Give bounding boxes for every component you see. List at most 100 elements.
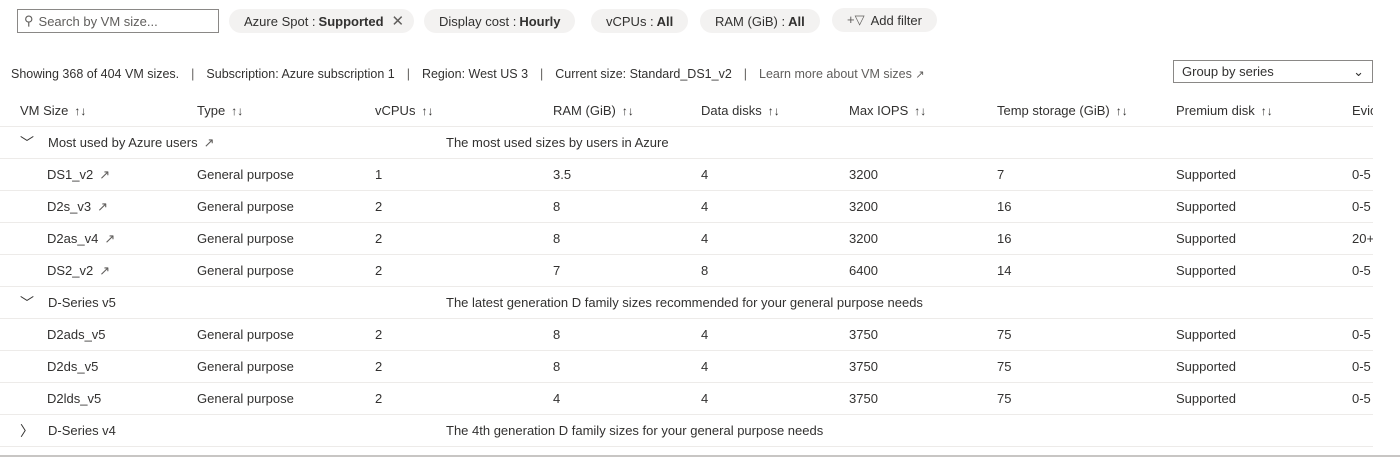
- cell-value: 0-5: [1352, 199, 1371, 214]
- cell-2: 2: [375, 351, 382, 383]
- cell-2: 2: [375, 191, 382, 223]
- table-row[interactable]: D2s_v3 ↗ General purpose 2 8 4 3200 16 Supported…: [0, 191, 1373, 223]
- sort-icon[interactable]: ↑↓: [1116, 104, 1128, 118]
- group-by-value: Group by series: [1182, 64, 1274, 79]
- table-row[interactable]: DS2_v2 ↗ General purpose 2 7 8 6400 14 Supported…: [0, 255, 1373, 287]
- cell-value: 4: [701, 199, 709, 214]
- cell-8: 0-5: [1352, 319, 1371, 351]
- vm-size-link[interactable]: D2ads_v5: [47, 327, 106, 342]
- table-row[interactable]: DS1_v2 ↗ General purpose 1 3.5 4 3200 7 Supporte…: [0, 159, 1373, 191]
- cell-2: 2: [375, 319, 382, 351]
- group-row[interactable]: ﹀ D-Series v5 The latest generation D fami…: [0, 287, 1373, 319]
- column-header[interactable]: VM Size ↑↓: [20, 94, 86, 128]
- cell-0: D2as_v4 ↗: [47, 223, 115, 255]
- column-label: Evic: [1352, 103, 1373, 118]
- column-header[interactable]: vCPUs ↑↓: [375, 94, 433, 128]
- filter-azure-spot[interactable]: Azure Spot : Supported ✕: [229, 9, 415, 33]
- sort-icon[interactable]: ↑↓: [1261, 104, 1273, 118]
- cell-6: 75: [997, 383, 1011, 415]
- table-row[interactable]: D2lds_v5 General purpose 2 4 4 3750 75 Supporte…: [0, 383, 1373, 415]
- column-header[interactable]: Type ↑↓: [197, 94, 243, 128]
- vm-size-link[interactable]: D2s_v3: [47, 199, 91, 214]
- filter-ram[interactable]: RAM (GiB) : All: [700, 9, 820, 33]
- cell-4: 4: [701, 191, 708, 223]
- column-header[interactable]: Premium disk ↑↓: [1176, 94, 1273, 128]
- chevron-right-icon[interactable]: 〉: [20, 415, 34, 447]
- add-filter-icon: +▽: [847, 12, 865, 27]
- group-name: D-Series v5: [48, 287, 116, 319]
- sort-icon[interactable]: ↑↓: [768, 104, 780, 118]
- cell-value: 16: [997, 231, 1012, 246]
- vm-size-link[interactable]: D2as_v4: [47, 231, 98, 246]
- learn-more-link[interactable]: Learn more about VM sizes ↗: [759, 67, 925, 81]
- cell-1: General purpose: [197, 319, 294, 351]
- chevron-down-icon[interactable]: ﹀: [20, 287, 34, 319]
- filter-label: vCPUs :: [606, 13, 654, 29]
- table-row[interactable]: D2as_v4 ↗ General purpose 2 8 4 3200 16 Supporte…: [0, 223, 1373, 255]
- cell-5: 3200: [849, 223, 878, 255]
- group-by-dropdown[interactable]: Group by series ⌄: [1173, 60, 1373, 83]
- group-description: The most used sizes by users in Azure: [446, 135, 669, 150]
- cell-5: 3200: [849, 191, 878, 223]
- filter-display-cost[interactable]: Display cost : Hourly: [424, 9, 576, 33]
- cell-value: 8: [553, 359, 561, 374]
- cell-0: D2s_v3 ↗: [47, 191, 108, 223]
- group-row[interactable]: ﹀ Most used by Azure users ↗ The most used …: [0, 127, 1373, 159]
- cell-value: 8: [553, 327, 561, 342]
- column-header[interactable]: Max IOPS ↑↓: [849, 94, 926, 128]
- filter-vcpus[interactable]: vCPUs : All: [591, 9, 689, 33]
- cell-1: General purpose: [197, 383, 294, 415]
- group-name: D-Series v4: [48, 415, 116, 447]
- group-name-text: D-Series v4: [48, 423, 116, 438]
- cell-1: General purpose: [197, 191, 294, 223]
- add-filter-button[interactable]: +▽ Add filter: [832, 8, 937, 32]
- column-label: Max IOPS: [849, 103, 909, 118]
- group-row[interactable]: 〉 D-Series v4 The 4th generation D family …: [0, 415, 1373, 447]
- cell-value: 0-5: [1352, 167, 1371, 182]
- cell-value: 3750: [849, 359, 878, 374]
- table-row[interactable]: D2ads_v5 General purpose 2 8 4 3750 75 Supporte…: [0, 319, 1373, 351]
- cell-value: General purpose: [197, 359, 294, 374]
- trending-icon: ↗: [99, 167, 111, 182]
- sort-icon[interactable]: ↑↓: [622, 104, 634, 118]
- column-header[interactable]: Data disks ↑↓: [701, 94, 780, 128]
- filter-value: All: [788, 13, 805, 29]
- chevron-down-icon[interactable]: ﹀: [20, 127, 34, 159]
- cell-0: D2ds_v5: [47, 351, 98, 383]
- filter-label: RAM (GiB) :: [715, 13, 786, 29]
- vm-size-link[interactable]: D2lds_v5: [47, 391, 101, 406]
- vm-size-link[interactable]: DS1_v2: [47, 167, 93, 182]
- column-header[interactable]: Temp storage (GiB) ↑↓: [997, 94, 1128, 128]
- search-input[interactable]: [38, 13, 209, 29]
- cell-value: 14: [997, 263, 1012, 278]
- cell-4: 4: [701, 319, 708, 351]
- column-header[interactable]: Evic: [1352, 94, 1373, 127]
- vm-size-link[interactable]: D2ds_v5: [47, 359, 98, 374]
- learn-more-text[interactable]: Learn more about VM sizes: [759, 67, 912, 81]
- filter-value: Supported: [318, 13, 384, 29]
- column-label: Premium disk: [1176, 103, 1255, 118]
- cell-3: 8: [553, 351, 560, 383]
- search-box[interactable]: ⚲: [17, 9, 219, 33]
- sort-icon[interactable]: ↑↓: [231, 104, 243, 118]
- table-row[interactable]: D2ds_v5 General purpose 2 8 4 3750 75 Supported…: [0, 351, 1373, 383]
- cell-3: 3.5: [553, 159, 571, 191]
- close-icon[interactable]: ✕: [392, 12, 405, 30]
- cell-7: Supported: [1176, 351, 1236, 383]
- sort-icon[interactable]: ↑↓: [914, 104, 926, 118]
- cell-8: 0-5: [1352, 351, 1371, 383]
- cell-0: DS1_v2 ↗: [47, 159, 110, 191]
- column-header[interactable]: RAM (GiB) ↑↓: [553, 94, 634, 128]
- sort-icon[interactable]: ↑↓: [74, 104, 86, 118]
- cell-value: General purpose: [197, 391, 294, 406]
- cell-4: 4: [701, 351, 708, 383]
- external-link-icon: ↗: [915, 69, 925, 81]
- vm-size-link[interactable]: DS2_v2: [47, 263, 93, 278]
- cell-8: 0-5: [1352, 383, 1371, 415]
- cell-1: General purpose: [197, 223, 294, 255]
- cell-value: 0-5: [1352, 359, 1371, 374]
- sort-icon[interactable]: ↑↓: [421, 104, 433, 118]
- cell-7: Supported: [1176, 255, 1236, 287]
- cell-value: 7: [553, 263, 561, 278]
- cell-value: Supported: [1176, 263, 1236, 278]
